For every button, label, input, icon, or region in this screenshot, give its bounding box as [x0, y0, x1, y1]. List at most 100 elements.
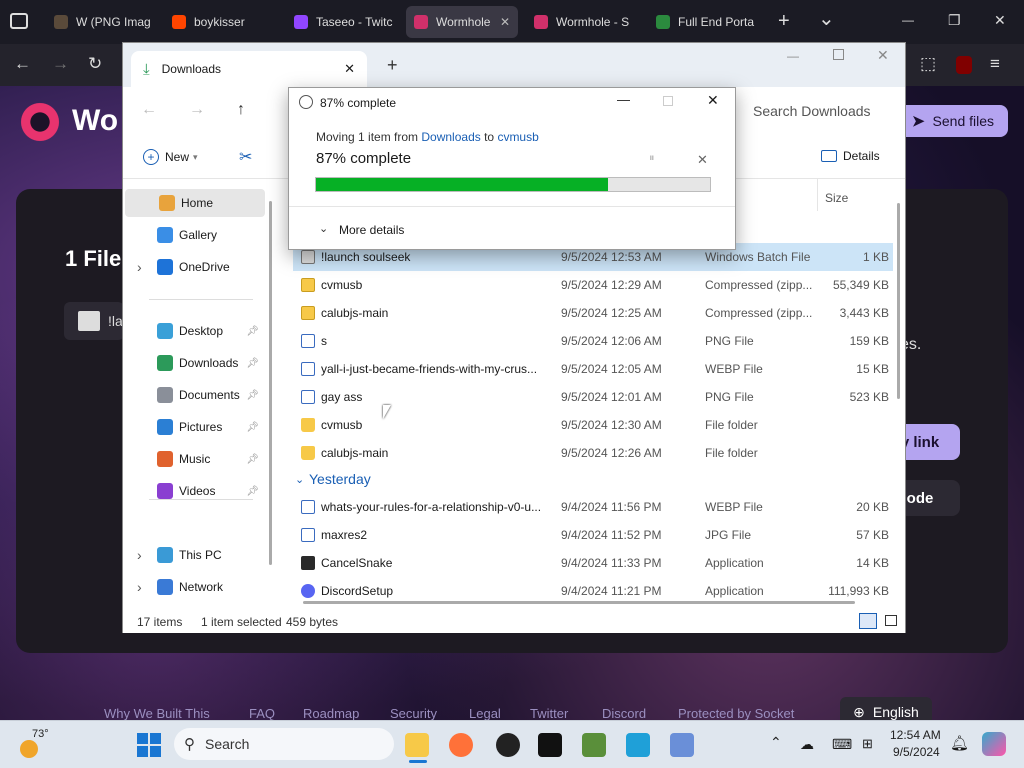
- firefox-app-icon[interactable]: [449, 733, 473, 757]
- file-row[interactable]: yall-i-just-became-friends-with-my-crus.…: [293, 355, 893, 383]
- pin-icon[interactable]: 📌︎: [246, 358, 259, 369]
- browser-tab[interactable]: Wormhole ✕: [406, 6, 518, 38]
- pin-icon[interactable]: 📌︎: [246, 326, 259, 337]
- group-header-yesterday[interactable]: ⌄ Yesterday: [293, 465, 893, 493]
- footer-link[interactable]: Roadmap: [303, 706, 359, 721]
- sidebar-item-network[interactable]: › Network: [123, 573, 263, 601]
- file-row[interactable]: s 9/5/2024 12:06 AM PNG File 159 KB: [293, 327, 893, 355]
- browser-tab[interactable]: W (PNG Imag: [46, 6, 158, 38]
- file-row[interactable]: cvmusb 9/5/2024 12:29 AM Compressed (zipp.…: [293, 271, 893, 299]
- notepad-app-icon[interactable]: [626, 733, 650, 757]
- explorer-maximize-button[interactable]: [833, 49, 844, 60]
- footer-link[interactable]: Twitter: [530, 706, 568, 721]
- close-button[interactable]: ✕: [994, 12, 1006, 29]
- forward-arrow-icon[interactable]: →: [189, 101, 205, 119]
- more-details-button[interactable]: More details: [339, 223, 404, 237]
- taskbar-search-box[interactable]: ⚲ Search: [174, 728, 394, 760]
- search-box[interactable]: Search Downloads: [743, 97, 903, 125]
- sidebar-item-home[interactable]: Home: [125, 189, 265, 217]
- collapse-chevron-icon[interactable]: ⌄: [295, 473, 304, 486]
- cut-icon[interactable]: ✂: [239, 147, 252, 167]
- forward-icon[interactable]: →: [52, 54, 69, 74]
- pin-icon[interactable]: 📌︎: [246, 422, 259, 433]
- minimize-button[interactable]: —: [902, 13, 914, 27]
- sidebar-item-downloads[interactable]: Downloads 📌︎: [123, 349, 263, 377]
- browser-tab[interactable]: Taseeo - Twitc: [286, 6, 398, 38]
- explorer-new-tab-button[interactable]: +: [387, 55, 398, 76]
- network-icon[interactable]: ⊞: [862, 736, 873, 752]
- sidebar-item-music[interactable]: Music 📌︎: [123, 445, 263, 473]
- clock-time[interactable]: 12:54 AM: [890, 728, 941, 742]
- close-tab-icon[interactable]: ✕: [344, 61, 355, 77]
- file-explorer-app-icon[interactable]: [405, 733, 429, 757]
- tray-chevron-icon[interactable]: ⌃: [770, 734, 782, 751]
- up-arrow-icon[interactable]: ↑: [237, 101, 245, 119]
- new-button[interactable]: + New ▾: [143, 149, 198, 165]
- ublock-icon[interactable]: [956, 56, 972, 74]
- tab-downloads[interactable]: ⤓ Downloads ✕: [131, 51, 367, 87]
- back-arrow-icon[interactable]: ←: [141, 101, 157, 119]
- tab-list-button[interactable]: ⌄: [818, 6, 835, 31]
- file-row[interactable]: maxres2 9/4/2024 11:52 PM JPG File 57 KB: [293, 521, 893, 549]
- sidebar-item-gallery[interactable]: Gallery: [123, 221, 263, 249]
- details-button[interactable]: Details: [821, 149, 880, 163]
- notification-bell-icon[interactable]: 🔔︎: [950, 734, 969, 752]
- dialog-close-button[interactable]: ✕: [707, 92, 719, 109]
- footer-link[interactable]: Security: [390, 706, 437, 721]
- footer-link[interactable]: FAQ: [249, 706, 275, 721]
- dialog-maximize-button[interactable]: [663, 96, 673, 106]
- minecraft-app-icon[interactable]: [582, 733, 606, 757]
- file-row[interactable]: calubjs-main 9/5/2024 12:25 AM Compressed …: [293, 299, 893, 327]
- file-row[interactable]: calubjs-main 9/5/2024 12:26 AM File folder: [293, 439, 893, 467]
- language-tray-icon[interactable]: ⌨: [832, 736, 852, 753]
- explorer-minimize-button[interactable]: —: [787, 49, 799, 63]
- browser-tab[interactable]: boykisser: [164, 6, 280, 38]
- menu-icon[interactable]: ≡: [990, 54, 1000, 74]
- source-link[interactable]: Downloads: [421, 130, 480, 144]
- sidebar-item-videos[interactable]: Videos 📌︎: [123, 477, 263, 505]
- weather-widget[interactable]: 73°: [18, 728, 66, 762]
- file-row[interactable]: CancelSnake 9/4/2024 11:33 PM Application 1…: [293, 549, 893, 577]
- app-icon-7[interactable]: [670, 733, 694, 757]
- tiles-view-icon[interactable]: [885, 615, 897, 626]
- sidebar-item-this-pc[interactable]: › This PC: [123, 541, 263, 569]
- cloud-icon[interactable]: ☁: [800, 736, 814, 753]
- extensions-icon[interactable]: ⬚: [920, 54, 936, 74]
- dialog-minimize-button[interactable]: —: [617, 92, 630, 107]
- tab-actions-icon[interactable]: [10, 13, 28, 29]
- sidebar-item-onedrive[interactable]: › OneDrive: [123, 253, 263, 281]
- start-button[interactable]: [137, 733, 161, 757]
- pin-icon[interactable]: 📌︎: [246, 454, 259, 465]
- reload-icon[interactable]: ↻: [88, 54, 102, 74]
- footer-link[interactable]: Why We Built This: [104, 706, 210, 721]
- expand-chevron-icon[interactable]: ›: [137, 259, 142, 275]
- pin-icon[interactable]: 📌︎: [246, 486, 259, 497]
- more-details-chevron-icon[interactable]: ⌄: [319, 222, 328, 235]
- column-header-size[interactable]: Size: [825, 191, 848, 205]
- app-icon-3[interactable]: [496, 733, 520, 757]
- cancel-button[interactable]: ✕: [697, 152, 708, 168]
- send-files-button[interactable]: ➤ Send files: [898, 105, 1008, 137]
- footer-link[interactable]: Legal: [469, 706, 501, 721]
- maximize-button[interactable]: ❐: [948, 12, 961, 29]
- nav-pane-scrollbar[interactable]: [269, 201, 272, 565]
- sidebar-item-pictures[interactable]: Pictures 📌︎: [123, 413, 263, 441]
- expand-chevron-icon[interactable]: ›: [137, 579, 142, 595]
- close-tab-icon[interactable]: ✕: [494, 15, 510, 29]
- footer-link[interactable]: Protected by Socket: [678, 706, 794, 721]
- footer-link[interactable]: Discord: [602, 706, 646, 721]
- file-list-hscrollbar[interactable]: [303, 601, 855, 604]
- expand-chevron-icon[interactable]: ›: [137, 547, 142, 563]
- pause-button[interactable]: ⏸: [649, 152, 655, 165]
- details-view-icon[interactable]: [859, 613, 877, 629]
- back-icon[interactable]: ←: [14, 54, 31, 74]
- clock-date[interactable]: 9/5/2024: [893, 745, 940, 759]
- file-list-vscrollbar[interactable]: [897, 203, 900, 399]
- sidebar-item-desktop[interactable]: Desktop 📌︎: [123, 317, 263, 345]
- copilot-icon[interactable]: [982, 732, 1006, 756]
- new-tab-button[interactable]: +: [778, 10, 790, 33]
- browser-tab[interactable]: Full End Porta: [648, 6, 766, 38]
- dest-link[interactable]: cvmusb: [497, 130, 538, 144]
- terminal-app-icon[interactable]: [538, 733, 562, 757]
- sidebar-item-documents[interactable]: Documents 📌︎: [123, 381, 263, 409]
